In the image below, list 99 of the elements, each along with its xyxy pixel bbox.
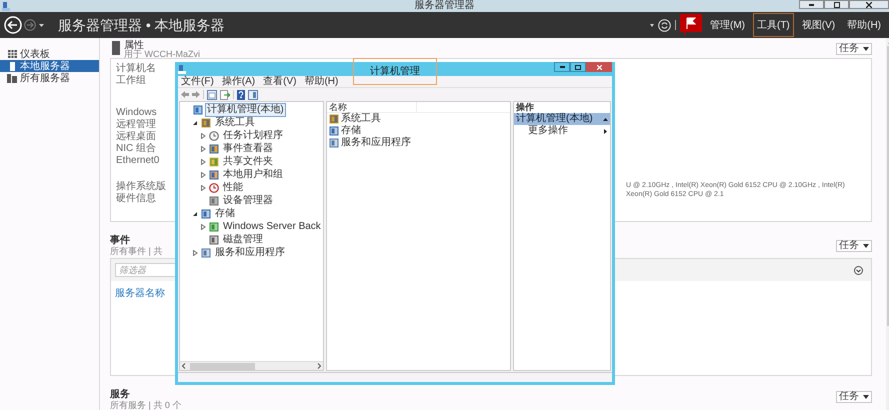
- tree-item[interactable]: 磁盘管理: [221, 232, 265, 246]
- restore-button[interactable]: [824, 0, 849, 9]
- property-label: 工作组: [116, 75, 146, 87]
- menu-item[interactable]: 查看(V): [263, 76, 296, 86]
- collapsed-arrow-icon[interactable]: [200, 224, 206, 230]
- caret-icon: [863, 244, 869, 248]
- property-label: 远程桌面: [116, 131, 156, 143]
- tasks-dropdown[interactable]: 任务: [836, 391, 872, 403]
- tree-item[interactable]: 系统工具: [213, 116, 257, 130]
- section-subtitle: 所有事件 | 共: [110, 246, 162, 256]
- section-subtitle: 所有服务 | 共 0 个: [110, 400, 182, 410]
- property-label: NIC 组合: [116, 143, 156, 155]
- minimize-icon: [560, 66, 564, 68]
- notification-flag-icon[interactable]: [680, 14, 702, 36]
- pane-title: 操作: [515, 102, 535, 112]
- scroll-right-icon[interactable]: [315, 362, 323, 370]
- sidebar-item[interactable]: 本地服务器: [0, 60, 99, 72]
- menu-item[interactable]: 帮助(H): [304, 76, 338, 86]
- tree-item[interactable]: 计算机管理(本地): [205, 102, 286, 116]
- property-label: 计算机名: [116, 63, 156, 75]
- back-arrow-icon[interactable]: [181, 91, 189, 98]
- help-icon[interactable]: [237, 90, 245, 100]
- property-label: 硬件信息: [116, 193, 156, 205]
- minimize-button[interactable]: [554, 62, 570, 72]
- tree-item[interactable]: 任务计划程序: [221, 128, 285, 142]
- collapsed-arrow-icon[interactable]: [200, 158, 206, 164]
- collapsed-arrow-icon[interactable]: [200, 132, 206, 138]
- expanded-arrow-icon[interactable]: [192, 210, 198, 216]
- collapsed-arrow-icon[interactable]: [192, 250, 198, 256]
- menu-item[interactable]: 帮助(H): [843, 13, 885, 37]
- tree-item[interactable]: 服务和应用程序: [213, 246, 287, 260]
- submenu-arrow-icon: [604, 128, 607, 134]
- action-item[interactable]: 更多操作: [514, 125, 610, 137]
- expanded-arrow-icon[interactable]: [192, 120, 198, 126]
- app-icon: [2, 2, 10, 10]
- collapse-icon: [603, 118, 608, 120]
- tree-item[interactable]: 共享文件夹: [221, 154, 275, 168]
- minimize-button[interactable]: [799, 0, 824, 9]
- close-icon: [596, 64, 602, 70]
- property-label: Windows: [116, 107, 157, 119]
- app-icon: [178, 64, 186, 74]
- collapsed-arrow-icon[interactable]: [200, 184, 206, 190]
- console-tree-icon[interactable]: [207, 90, 217, 100]
- section-title: 服务: [110, 390, 131, 400]
- breadcrumb: 服务器管理器 • 本地服务器: [58, 16, 225, 34]
- property-label: 操作系统版: [116, 181, 166, 192]
- tree-item[interactable]: Windows Server Back: [221, 220, 323, 234]
- menu-item[interactable]: 操作(A): [222, 76, 256, 86]
- menu-item[interactable]: 管理(M): [706, 13, 749, 37]
- tree-item[interactable]: 性能: [221, 180, 245, 194]
- export-icon[interactable]: [220, 90, 230, 100]
- caret-icon: [863, 47, 869, 51]
- section-title: 属性: [124, 41, 144, 50]
- restore-icon: [575, 64, 581, 70]
- forward-arrow-icon[interactable]: [192, 91, 200, 98]
- tree-item[interactable]: 存储: [213, 206, 237, 220]
- sidebar-item[interactable]: 所有服务器: [0, 72, 99, 84]
- caret-icon: [863, 395, 869, 399]
- list-item[interactable]: 存储: [341, 125, 361, 137]
- servers-icon: [7, 74, 17, 82]
- back-icon[interactable]: [4, 16, 22, 34]
- sidebar-item[interactable]: 仪表板: [0, 48, 99, 60]
- property-label: Ethernet0: [116, 155, 160, 167]
- list-item[interactable]: 系统工具: [341, 113, 381, 125]
- section-title: 事件: [110, 236, 131, 246]
- refresh-icon[interactable]: [658, 18, 671, 32]
- section-subtitle: 用于 WCCH-MaZvi: [124, 50, 200, 59]
- restore-icon: [834, 2, 840, 8]
- clock-icon: [209, 130, 219, 140]
- tasks-dropdown[interactable]: 任务: [836, 240, 872, 252]
- window-title: 服务器管理器: [414, 0, 474, 12]
- show-pane-icon[interactable]: [248, 90, 258, 100]
- collapse-icon[interactable]: [854, 266, 863, 274]
- list-item[interactable]: 服务和应用程序: [341, 137, 411, 149]
- close-icon: [866, 2, 872, 8]
- column-header[interactable]: 名称: [327, 102, 417, 112]
- restore-button[interactable]: [570, 62, 586, 72]
- collapsed-arrow-icon[interactable]: [200, 172, 206, 178]
- tree-item[interactable]: 事件查看器: [221, 142, 275, 156]
- dropdown-caret-icon[interactable]: [650, 24, 654, 26]
- menu-item[interactable]: 视图(V): [798, 13, 840, 37]
- server-icon: [10, 62, 14, 70]
- close-button[interactable]: [849, 0, 889, 9]
- menu-item[interactable]: 文件(F): [181, 76, 214, 86]
- property-label: 远程管理: [116, 119, 156, 130]
- tree-item[interactable]: 设备管理器: [221, 194, 275, 208]
- minimize-icon: [809, 4, 814, 6]
- dialog-title: 计算机管理: [353, 58, 437, 85]
- column-header[interactable]: 服务器名称: [115, 286, 165, 301]
- horizontal-scrollbar[interactable]: [180, 361, 323, 370]
- menu-item[interactable]: 工具(T): [752, 13, 794, 37]
- tree-item[interactable]: 本地用户和组: [221, 168, 285, 182]
- grid-icon: [8, 50, 16, 58]
- tasks-dropdown[interactable]: 任务: [836, 43, 872, 55]
- action-group-header[interactable]: 计算机管理(本地): [514, 113, 610, 125]
- dropdown-caret-icon[interactable]: [39, 24, 44, 26]
- collapsed-arrow-icon[interactable]: [200, 146, 206, 152]
- server-icon: [112, 41, 120, 55]
- scroll-left-icon[interactable]: [180, 362, 188, 370]
